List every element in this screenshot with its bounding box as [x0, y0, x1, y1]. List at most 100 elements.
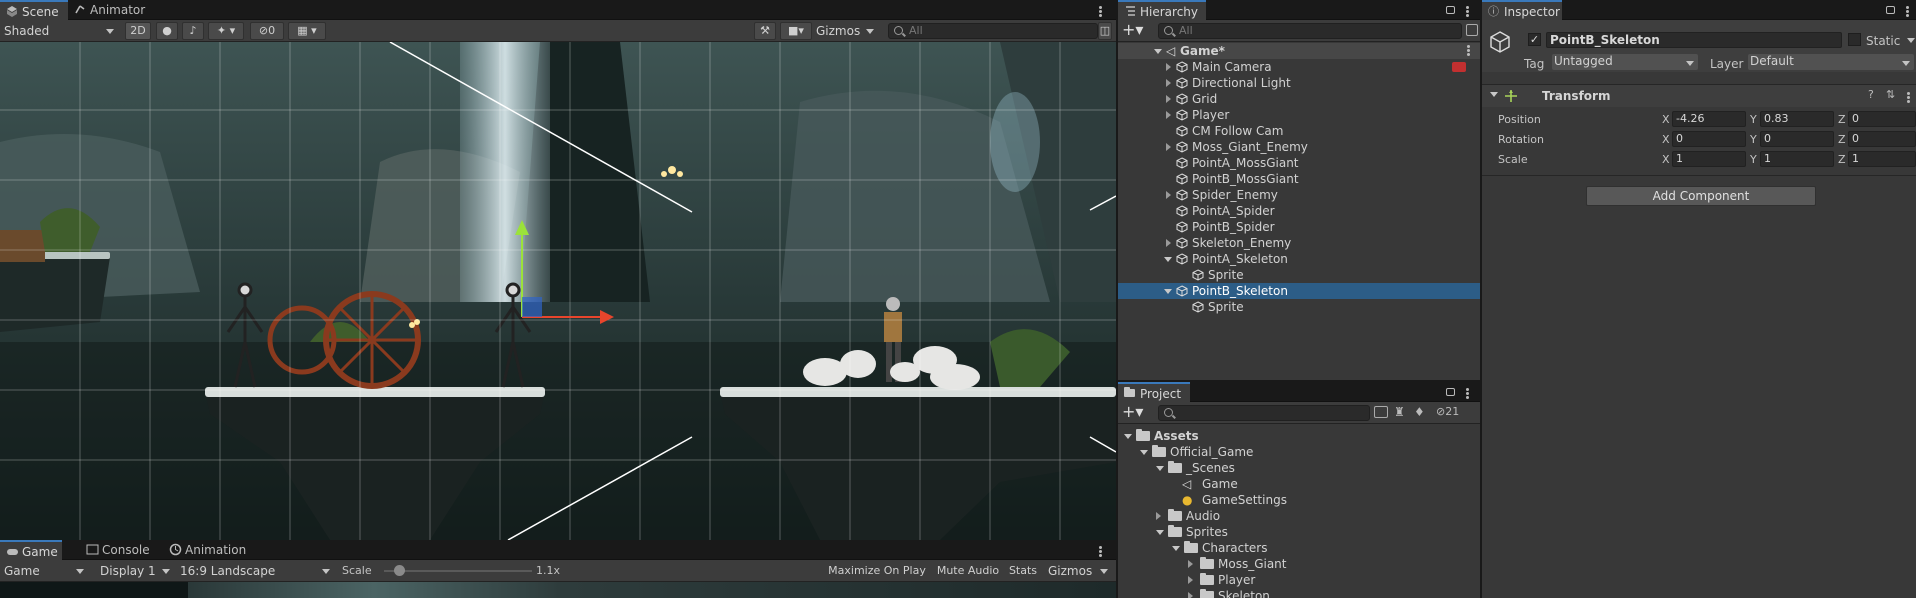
scale-slider-handle[interactable] — [393, 565, 405, 576]
project-tree-item[interactable]: Audio — [1118, 508, 1480, 524]
hierarchy-lock-icon[interactable] — [1446, 6, 1455, 14]
2d-toggle-button[interactable]: 2D — [125, 22, 151, 40]
preset-icon[interactable]: ⇅ — [1886, 88, 1895, 101]
tab-animator[interactable]: Animator — [68, 0, 160, 20]
collapse-arrow-icon[interactable] — [1172, 546, 1180, 551]
layer-dropdown[interactable]: Default — [1748, 54, 1914, 70]
tag-dropdown[interactable]: Untagged — [1552, 54, 1698, 70]
expand-arrow-icon[interactable] — [1188, 592, 1193, 598]
position-z-field[interactable]: 0 — [1848, 111, 1916, 127]
scene-viewport[interactable] — [0, 42, 1116, 540]
game-mode-dropdown[interactable]: Game — [2, 562, 88, 580]
hierarchy-menu-icon[interactable] — [1466, 10, 1469, 13]
add-component-button[interactable]: Add Component — [1586, 186, 1816, 206]
expand-arrow-icon[interactable] — [1166, 95, 1171, 103]
project-tree-item[interactable]: Moss_Giant — [1118, 556, 1480, 572]
tab-project[interactable]: Project — [1118, 382, 1190, 402]
gizmos-dropdown[interactable]: Gizmos — [814, 22, 878, 40]
display-dropdown[interactable]: Display 1 — [98, 562, 174, 580]
hierarchy-item[interactable]: Directional Light — [1118, 75, 1480, 91]
collapse-arrow-icon[interactable] — [1156, 466, 1164, 471]
expand-arrow-icon[interactable] — [1188, 560, 1193, 568]
position-x-field[interactable]: -4.26 — [1672, 111, 1746, 127]
game-gizmos-dropdown[interactable]: Gizmos — [1046, 562, 1112, 580]
mute-audio-button[interactable]: Mute Audio — [934, 562, 1002, 580]
shading-mode-dropdown[interactable]: Shaded — [2, 22, 118, 40]
scale-x-field[interactable]: 1 — [1672, 151, 1746, 167]
collapse-arrow-icon[interactable] — [1164, 257, 1172, 262]
hierarchy-item[interactable]: Moss_Giant_Enemy — [1118, 139, 1480, 155]
collapse-arrow-icon[interactable] — [1156, 530, 1164, 535]
scene-search-filter-icon[interactable]: ◫ — [1098, 22, 1112, 40]
tab-inspector[interactable]: ⓘ Inspector — [1482, 0, 1562, 20]
rotation-x-field[interactable]: 0 — [1672, 131, 1746, 147]
project-search-input[interactable] — [1158, 405, 1370, 421]
hierarchy-item[interactable]: PointA_Spider — [1118, 203, 1480, 219]
hierarchy-item[interactable]: Grid — [1118, 91, 1480, 107]
transform-header[interactable]: Transform ? ⇅ — [1482, 85, 1916, 107]
hierarchy-item[interactable]: Spider_Enemy — [1118, 187, 1480, 203]
static-dropdown-icon[interactable] — [1907, 38, 1915, 43]
project-add-button[interactable]: +▾ — [1122, 403, 1148, 421]
object-name-field[interactable]: PointB_Skeleton — [1546, 32, 1842, 48]
maximize-on-play-button[interactable]: Maximize On Play — [822, 562, 932, 580]
hierarchy-item[interactable]: CM Follow Cam — [1118, 123, 1480, 139]
tab-animation[interactable]: Animation — [163, 540, 253, 560]
help-icon[interactable]: ? — [1868, 88, 1874, 101]
lighting-toggle-icon[interactable]: ● — [156, 22, 178, 40]
project-tree-item[interactable]: Sprites — [1118, 524, 1480, 540]
project-tree-item[interactable]: Characters — [1118, 540, 1480, 556]
scene-root-row[interactable]: ◁ Game* — [1118, 43, 1480, 59]
camera-dropdown-icon[interactable]: ■▾ — [780, 22, 812, 40]
hierarchy-item[interactable]: Sprite — [1118, 267, 1480, 283]
expand-arrow-icon[interactable] — [1156, 512, 1161, 520]
tab-game[interactable]: Game — [0, 540, 62, 560]
scale-slider-track[interactable] — [384, 570, 532, 572]
expand-arrow-icon[interactable] — [1166, 111, 1171, 119]
tab-console[interactable]: Console — [80, 540, 160, 560]
hierarchy-search-input[interactable]: All — [1158, 23, 1462, 39]
expand-arrow-icon[interactable] — [1154, 49, 1162, 54]
transform-foldout-icon[interactable] — [1490, 92, 1498, 97]
hierarchy-item[interactable]: PointA_MossGiant — [1118, 155, 1480, 171]
project-search-options-icon[interactable] — [1374, 406, 1388, 418]
effects-dropdown-icon[interactable]: ✦ ▾ — [208, 22, 244, 40]
expand-arrow-icon[interactable] — [1166, 143, 1171, 151]
hierarchy-filter-icon[interactable] — [1466, 24, 1478, 36]
hierarchy-item[interactable]: Sprite — [1118, 299, 1480, 315]
collapse-arrow-icon[interactable] — [1140, 450, 1148, 455]
expand-arrow-icon[interactable] — [1166, 191, 1171, 199]
static-checkbox[interactable] — [1848, 33, 1861, 46]
project-lock-icon[interactable] — [1446, 388, 1455, 396]
project-tree-item[interactable]: ● GameSettings — [1118, 492, 1480, 508]
rotation-y-field[interactable]: 0 — [1760, 131, 1834, 147]
inspector-lock-icon[interactable] — [1886, 6, 1895, 14]
hierarchy-item[interactable]: PointB_MossGiant — [1118, 171, 1480, 187]
scale-y-field[interactable]: 1 — [1760, 151, 1834, 167]
expand-arrow-icon[interactable] — [1188, 576, 1193, 584]
collapse-arrow-icon[interactable] — [1124, 434, 1132, 439]
hierarchy-item[interactable]: PointB_Skeleton — [1118, 283, 1480, 299]
active-checkbox[interactable]: ✓ — [1528, 33, 1541, 46]
inspector-menu-icon[interactable] — [1906, 10, 1909, 13]
project-tree-item[interactable]: _Scenes — [1118, 460, 1480, 476]
expand-arrow-icon[interactable] — [1166, 239, 1171, 247]
transform-menu-icon[interactable] — [1907, 96, 1910, 99]
project-tree-item[interactable]: ◁ Game — [1118, 476, 1480, 492]
expand-arrow-icon[interactable] — [1166, 79, 1171, 87]
tab-hierarchy[interactable]: Hierarchy — [1118, 0, 1206, 20]
collapse-arrow-icon[interactable] — [1164, 289, 1172, 294]
hierarchy-item[interactable]: Player — [1118, 107, 1480, 123]
tools-icon[interactable]: ⚒ — [754, 22, 776, 40]
hierarchy-item[interactable]: PointB_Spider — [1118, 219, 1480, 235]
hierarchy-item[interactable]: Main Camera — [1118, 59, 1480, 75]
hierarchy-item[interactable]: PointA_Skeleton — [1118, 251, 1480, 267]
grid-snap-dropdown-icon[interactable]: ▦ ▾ — [288, 22, 326, 40]
project-tree-item[interactable]: Assets — [1118, 428, 1480, 444]
hierarchy-item[interactable]: Skeleton_Enemy — [1118, 235, 1480, 251]
scale-z-field[interactable]: 1 — [1848, 151, 1916, 167]
position-y-field[interactable]: 0.83 — [1760, 111, 1834, 127]
tab-scene[interactable]: Scene — [0, 0, 68, 20]
scene-root-menu-icon[interactable] — [1467, 49, 1470, 52]
hidden-objects-toggle[interactable]: ⊘0 — [250, 22, 284, 40]
